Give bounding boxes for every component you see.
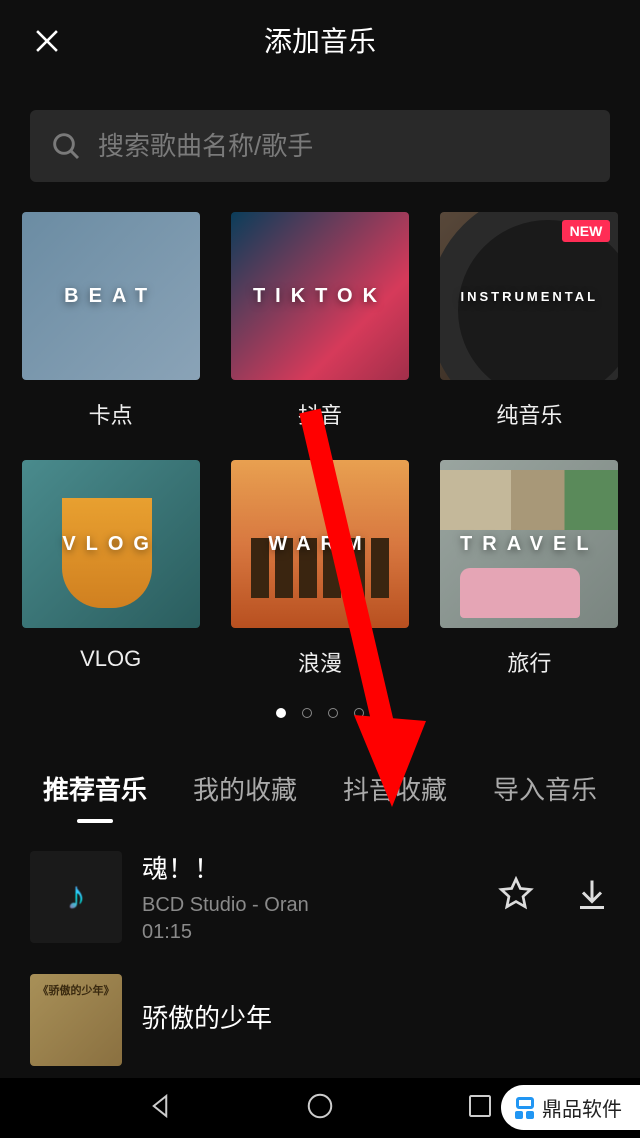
category-item[interactable]: WARM 浪漫 [227, 460, 412, 678]
category-overlay-text: WARM [268, 533, 371, 556]
song-title: 骄傲的少年 [142, 998, 610, 1035]
close-button[interactable] [30, 24, 64, 63]
category-overlay-text: TIKTOK [253, 285, 387, 308]
category-item[interactable]: TIKTOK 抖音 [227, 212, 412, 430]
tab-bar: 推荐音乐我的收藏抖音收藏导入音乐 [0, 758, 640, 819]
tab[interactable]: 导入音乐 [493, 758, 597, 819]
tab[interactable]: 推荐音乐 [43, 758, 147, 819]
category-item[interactable]: NEW INSTRUMENTAL 纯音乐 [437, 212, 622, 430]
song-info: 魂！！ BCD Studio - Oran 01:15 [142, 849, 478, 944]
pagination-dot[interactable] [328, 708, 338, 718]
song-item[interactable]: 《骄傲的少年》 骄傲的少年 [30, 974, 610, 1066]
category-label: 纯音乐 [496, 398, 562, 430]
song-list: 魂！！ BCD Studio - Oran 01:15 《骄傲的少年》 骄傲的少… [0, 849, 640, 1066]
category-thumbnail: WARM [231, 460, 409, 628]
category-item[interactable]: TRAVEL 旅行 [437, 460, 622, 678]
song-title: 魂！！ [142, 849, 478, 886]
category-overlay-text: BEAT [64, 285, 157, 308]
category-thumbnail: VLOG [22, 460, 200, 628]
pagination-dot[interactable] [276, 708, 286, 718]
watermark-badge: 鼎品软件 [501, 1085, 640, 1130]
category-label: VLOG [80, 646, 141, 672]
category-overlay-text: VLOG [62, 533, 159, 556]
watermark-text: 鼎品软件 [542, 1093, 622, 1122]
category-label: 浪漫 [298, 646, 342, 678]
download-button[interactable] [574, 876, 610, 917]
watermark-logo-icon [515, 1097, 534, 1119]
category-item[interactable]: VLOG VLOG [18, 460, 203, 678]
pagination-dot[interactable] [302, 708, 312, 718]
nav-home-icon[interactable] [305, 1091, 335, 1126]
song-info: 骄傲的少年 [142, 998, 610, 1043]
category-overlay-text: INSTRUMENTAL [461, 289, 599, 304]
song-item[interactable]: 魂！！ BCD Studio - Oran 01:15 [30, 849, 610, 944]
song-duration: 01:15 [142, 921, 478, 944]
category-thumbnail: NEW INSTRUMENTAL [440, 212, 618, 380]
tab[interactable]: 抖音收藏 [343, 758, 447, 819]
category-label: 抖音 [298, 398, 342, 430]
search-input[interactable] [98, 131, 590, 162]
category-overlay-text: TRAVEL [460, 533, 599, 556]
category-label: 旅行 [507, 646, 551, 678]
tab[interactable]: 我的收藏 [193, 758, 297, 819]
category-thumbnail: BEAT [22, 212, 200, 380]
search-icon [50, 130, 82, 162]
new-badge: NEW [562, 220, 611, 242]
category-grid: BEAT 卡点 TIKTOK 抖音 NEW INSTRUMENTAL 纯音乐 V… [0, 212, 640, 678]
category-thumbnail: TRAVEL [440, 460, 618, 628]
pagination-dots[interactable] [0, 708, 640, 718]
search-bar[interactable] [30, 110, 610, 182]
favorite-button[interactable] [498, 876, 534, 917]
song-cover [30, 851, 122, 943]
category-thumbnail: TIKTOK [231, 212, 409, 380]
category-label: 卡点 [89, 398, 133, 430]
song-artist: BCD Studio - Oran [142, 894, 478, 917]
category-item[interactable]: BEAT 卡点 [18, 212, 203, 430]
nav-recent-icon[interactable] [465, 1091, 495, 1126]
nav-back-icon[interactable] [145, 1091, 175, 1126]
song-cover: 《骄傲的少年》 [30, 974, 122, 1066]
pagination-dot[interactable] [354, 708, 364, 718]
page-title: 添加音乐 [20, 20, 620, 60]
